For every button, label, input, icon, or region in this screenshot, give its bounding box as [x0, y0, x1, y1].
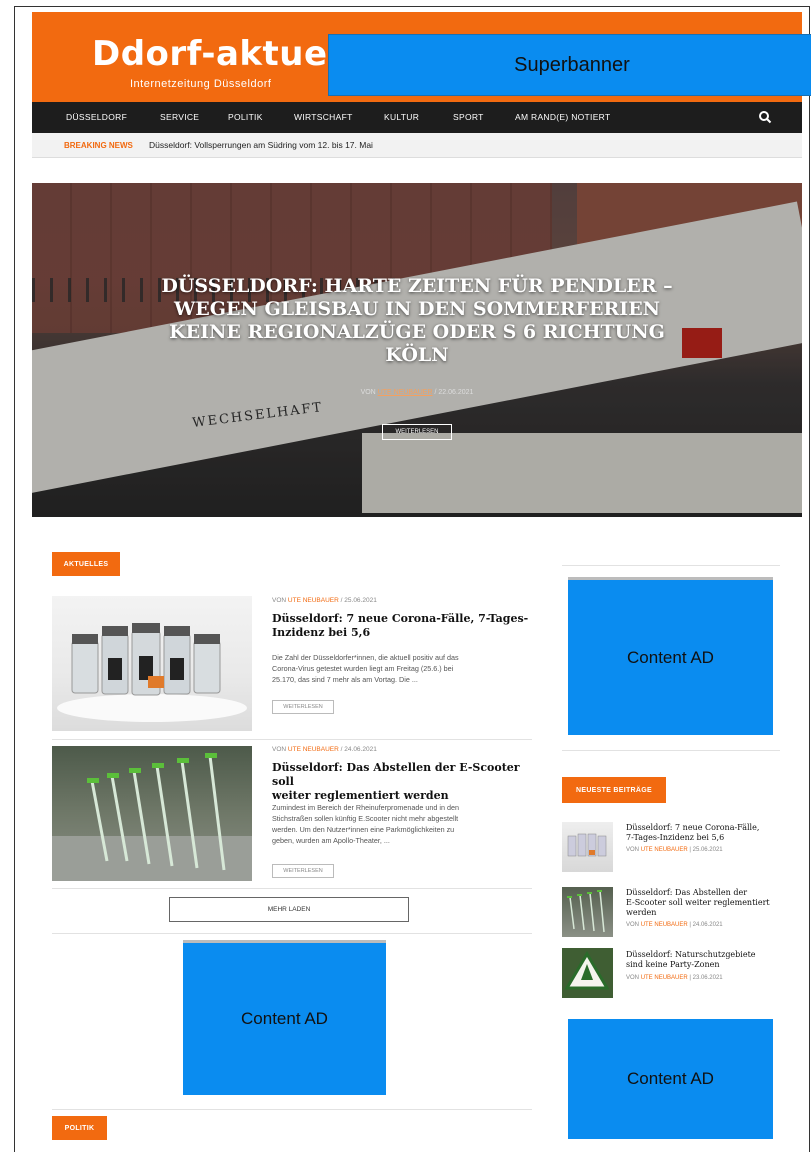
- article-title[interactable]: Düsseldorf: 7 neue Corona-Fälle, 7-Tages…: [272, 612, 532, 640]
- content-ad-sidebar-bottom[interactable]: Content AD: [568, 1019, 773, 1139]
- nav-item-am-rande-notiert[interactable]: AM RAND(E) NOTIERT: [515, 112, 610, 122]
- sidebar-post-title[interactable]: Düsseldorf: 7 neue Corona-Fälle, 7-Tages…: [626, 823, 776, 843]
- hero-read-more-button[interactable]: WEITERLESEN: [382, 424, 452, 440]
- escooters-thumb-illustration: [567, 890, 605, 933]
- article-title-line: Düsseldorf: 7 neue Corona-Fälle, 7-Tages…: [272, 612, 529, 625]
- breaking-news-link[interactable]: Düsseldorf: Vollsperrungen am Südring vo…: [149, 140, 373, 150]
- sidebar-author-link[interactable]: UTE NEUBAUER: [641, 922, 688, 928]
- sidebar-post-thumb[interactable]: [562, 822, 613, 872]
- article-meta: VON UTE NEUBAUER / 24.06.2021: [272, 746, 377, 753]
- main-nav: DÜSSELDORF SERVICE POLITIK WIRTSCHAFT KU…: [32, 102, 802, 133]
- load-more-button[interactable]: MEHR LADEN: [169, 897, 409, 922]
- sidebar-post-title-line: 7-Tages-Inzidenz bei 5,6: [626, 833, 725, 842]
- excerpt-line: Zumindest im Bereich der Rheinuferpromen…: [272, 803, 459, 812]
- superbanner-ad[interactable]: Superbanner: [328, 34, 811, 96]
- sidebar-post-meta: VON UTE NEUBAUER | 23.06.2021: [626, 975, 723, 981]
- excerpt-line: Corona-Virus getestet wurden liegt am Fr…: [272, 664, 454, 673]
- vials-thumb-illustration: [567, 833, 607, 857]
- sidebar-post-meta: VON UTE NEUBAUER | 25.06.2021: [626, 847, 723, 853]
- article-author-link[interactable]: UTE NEUBAUER: [288, 597, 339, 604]
- divider: [52, 739, 532, 740]
- meta-prefix: VON: [626, 975, 640, 981]
- sidebar-post-title-line: E-Scooter soll weiter reglementiert: [626, 898, 770, 907]
- article-meta: VON UTE NEUBAUER / 25.06.2021: [272, 597, 377, 604]
- meta-prefix: VON: [626, 922, 640, 928]
- article-excerpt: Zumindest im Bereich der Rheinuferpromen…: [272, 802, 534, 846]
- excerpt-line: werden. Um den Nutzer*innen eine Parkmög…: [272, 825, 455, 834]
- divider: [52, 933, 532, 934]
- hero-title-line: DÜSSELDORF: HARTE ZEITEN FÜR PENDLER –: [161, 275, 673, 297]
- divider: [562, 750, 780, 751]
- meta-separator: /: [434, 389, 437, 396]
- sidebar-author-link[interactable]: UTE NEUBAUER: [641, 847, 688, 853]
- vials-illustration: [57, 623, 247, 722]
- article-date: 24.06.2021: [344, 746, 377, 753]
- site-logo[interactable]: Ddorf-aktuell: [92, 34, 352, 74]
- search-icon[interactable]: [758, 108, 772, 126]
- site-header: Ddorf-aktuell Internetzeitung Düsseldorf…: [32, 12, 811, 102]
- breaking-news-bar: BREAKING NEWS Düsseldorf: Vollsperrungen…: [32, 133, 802, 158]
- hero-title[interactable]: DÜSSELDORF: HARTE ZEITEN FÜR PENDLER – W…: [32, 275, 802, 367]
- excerpt-line: Stichstraßen sollen künftig E.Scooter ni…: [272, 814, 459, 823]
- divider: [52, 888, 532, 889]
- nav-item-wirtschaft[interactable]: WIRTSCHAFT: [294, 112, 353, 122]
- article-image-escooter[interactable]: [52, 746, 252, 881]
- divider: [52, 1109, 532, 1110]
- sidebar-post-title-line: Düsseldorf: Naturschutzgebiete: [626, 950, 756, 959]
- sidebar-post-meta: VON UTE NEUBAUER | 24.06.2021: [626, 922, 723, 928]
- nav-item-sport[interactable]: SPORT: [453, 112, 484, 122]
- sidebar-post-date: 25.06.2021: [692, 847, 723, 853]
- sidebar-post-thumb[interactable]: [562, 887, 613, 937]
- nav-item-duesseldorf[interactable]: DÜSSELDORF: [66, 112, 127, 122]
- content-ad-main[interactable]: Content AD: [183, 943, 386, 1095]
- section-tag-neueste-beitraege[interactable]: NEUESTE BEITRÄGE: [562, 777, 666, 803]
- hero-title-line: KÖLN: [385, 344, 449, 366]
- escooters-illustration: [52, 753, 252, 881]
- article-author-link[interactable]: UTE NEUBAUER: [288, 746, 339, 753]
- sidebar-post-date: 24.06.2021: [692, 922, 723, 928]
- nav-item-service[interactable]: SERVICE: [160, 112, 199, 122]
- hero-author-link[interactable]: UTE NEUBAUER: [378, 389, 433, 396]
- nature-reserve-sign-icon: [562, 948, 613, 998]
- sidebar-post-title-line: werden: [626, 908, 657, 917]
- nav-item-kultur[interactable]: KULTUR: [384, 112, 419, 122]
- excerpt-line: 25.170, das sind 7 mehr als am Vortag. D…: [272, 675, 418, 684]
- sidebar-author-link[interactable]: UTE NEUBAUER: [641, 975, 688, 981]
- section-tag-politik[interactable]: POLITIK: [52, 1116, 107, 1140]
- article-meta-prefix: VON: [272, 746, 287, 753]
- article-title-line: Inzidenz bei 5,6: [272, 626, 371, 639]
- sidebar-post-title[interactable]: Düsseldorf: Naturschutzgebiete sind kein…: [626, 950, 776, 970]
- article-meta-prefix: VON: [272, 597, 287, 604]
- article-title-line: weiter reglementiert werden: [272, 789, 449, 802]
- read-more-button[interactable]: WEITERLESEN: [272, 700, 334, 714]
- article-excerpt: Die Zahl der Düsseldorfer*innen, die akt…: [272, 652, 532, 685]
- read-more-button[interactable]: WEITERLESEN: [272, 864, 334, 878]
- breaking-news-label: BREAKING NEWS: [64, 141, 133, 150]
- sidebar-post-thumb[interactable]: [562, 948, 613, 998]
- nav-item-politik[interactable]: POLITIK: [228, 112, 263, 122]
- sidebar-post-title[interactable]: Düsseldorf: Das Abstellen der E-Scooter …: [626, 888, 776, 918]
- sidebar-post-title-line: Düsseldorf: Das Abstellen der: [626, 888, 748, 897]
- hero-date: 22.06.2021: [438, 389, 474, 396]
- article-date: 25.06.2021: [344, 597, 377, 604]
- article-title-line: Düsseldorf: Das Abstellen der E-Scooter …: [272, 761, 520, 788]
- hero-title-line: WEGEN GLEISBAU IN DEN SOMMERFERIEN: [173, 298, 661, 320]
- meta-prefix: VON: [626, 847, 640, 853]
- hero-meta: VON UTE NEUBAUER / 22.06.2021: [32, 389, 802, 396]
- hero-feature[interactable]: WECHSELHAFT DÜSSELDORF: HARTE ZEITEN FÜR…: [32, 183, 802, 517]
- excerpt-line: geben, wurden am Apollo-Theater, ...: [272, 836, 390, 845]
- sidebar-post-title-line: Düsseldorf: 7 neue Corona-Fälle,: [626, 823, 760, 832]
- hero-meta-prefix: VON: [360, 389, 376, 396]
- sidebar-post-title-line: sind keine Party-Zonen: [626, 960, 720, 969]
- content-ad-sidebar-top[interactable]: Content AD: [568, 580, 773, 735]
- hero-title-line: KEINE REGIONALZÜGE ODER S 6 RICHTUNG: [169, 321, 665, 343]
- divider: [562, 565, 780, 566]
- excerpt-line: Die Zahl der Düsseldorfer*innen, die akt…: [272, 653, 459, 662]
- article-image-corona[interactable]: [52, 596, 252, 731]
- sidebar-post-date: 23.06.2021: [692, 975, 723, 981]
- section-tag-aktuelles[interactable]: AKTUELLES: [52, 552, 120, 576]
- site-tagline: Internetzeitung Düsseldorf: [130, 78, 272, 90]
- article-title[interactable]: Düsseldorf: Das Abstellen der E-Scooter …: [272, 761, 537, 803]
